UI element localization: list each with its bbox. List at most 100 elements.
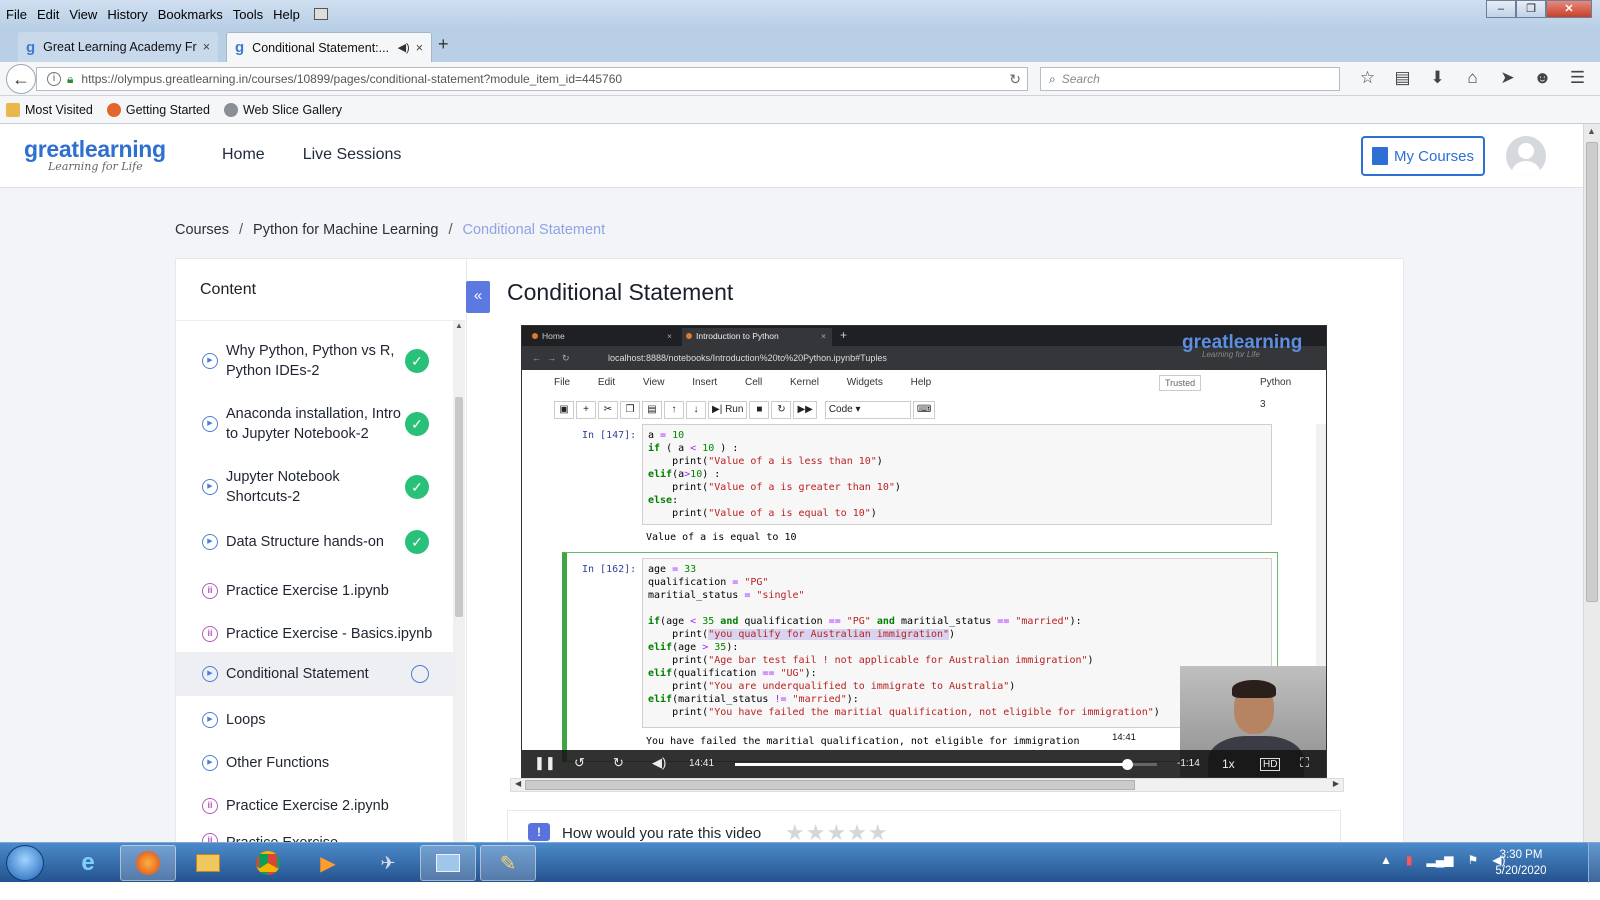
firefox-icon <box>106 102 121 117</box>
horizontal-scroll-thumb[interactable] <box>525 780 1135 790</box>
bookmark-star-icon[interactable]: ☆ <box>1350 68 1385 88</box>
fullscreen-icon[interactable]: ⛶ <box>1300 755 1309 771</box>
reading-list-icon[interactable]: ▤ <box>1385 68 1420 88</box>
sidebar-item-other-functions[interactable]: ▶ Other Functions <box>176 743 456 783</box>
firefox-taskbar-icon[interactable] <box>120 845 176 881</box>
chat-icon[interactable]: ☻ <box>1525 68 1560 88</box>
menu-edit[interactable]: Edit <box>37 7 59 22</box>
sidebar-item-jupyter-shortcuts[interactable]: ▶ Jupyter Notebook Shortcuts-2 ✓ <box>176 459 456 515</box>
menu-history[interactable]: History <box>107 7 147 22</box>
sidebar-scroll-thumb[interactable] <box>455 397 463 617</box>
sidebar-item-loops[interactable]: ▶ Loops <box>176 700 456 740</box>
scroll-left-icon[interactable]: ◀ <box>515 779 521 788</box>
play-icon: ▶ <box>202 479 218 495</box>
window-close-button[interactable]: ✕ <box>1546 0 1592 18</box>
info-icon[interactable]: i <box>47 72 61 86</box>
scroll-up-icon[interactable]: ▲ <box>455 321 463 330</box>
app-icon[interactable]: ✈ <box>360 845 416 881</box>
media-player-icon[interactable]: ▶ <box>300 845 356 881</box>
scroll-up-icon[interactable]: ▲ <box>1587 126 1596 136</box>
sidebar-item-conditional-statement[interactable]: ▶ Conditional Statement <box>176 652 456 696</box>
minimize-button[interactable]: – <box>1486 0 1516 18</box>
speaker-icon[interactable]: ◀) <box>398 41 410 54</box>
paint-icon[interactable]: ✎ <box>480 845 536 881</box>
video-url: localhost:8888/notebooks/Introduction%20… <box>608 353 887 363</box>
breadcrumb-courses[interactable]: Courses <box>175 222 229 238</box>
downloads-icon[interactable]: ⬇ <box>1420 68 1455 88</box>
seek-handle[interactable] <box>1122 759 1134 770</box>
bookmark-getting-started[interactable]: Getting Started <box>106 102 210 117</box>
page-scrollbar[interactable]: ▲ ▼ <box>1583 124 1600 861</box>
rewind-icon[interactable]: ↺ <box>574 755 585 771</box>
menu-help[interactable]: Help <box>273 7 300 22</box>
sidebar-item-practice-1[interactable]: ii Practice Exercise 1.ipynb <box>176 571 456 611</box>
breadcrumb-course[interactable]: Python for Machine Learning <box>253 222 438 238</box>
my-courses-button[interactable]: My Courses <box>1361 136 1485 176</box>
tray-expand-icon[interactable]: ▲ <box>1380 853 1392 867</box>
search-input[interactable]: ⌕ Search <box>1040 67 1340 91</box>
reload-icon[interactable]: ↻ <box>1009 71 1021 88</box>
sidebar-item-anaconda[interactable]: ▶ Anaconda installation, Intro to Jupyte… <box>176 396 456 452</box>
sidebar-item-practice-basics[interactable]: ii Practice Exercise - Basics.ipynb <box>176 614 456 654</box>
search-placeholder: Search <box>1061 72 1100 86</box>
jupyter-menu: File Edit View Insert Cell Kernel Widget… <box>554 372 1294 410</box>
taskbar-clock[interactable]: 3:30 PM 5/20/2020 <box>1486 847 1556 879</box>
tray-app-icon[interactable]: ▮ <box>1406 853 1413 867</box>
menu-file[interactable]: File <box>6 7 27 22</box>
sidebar-scrollbar[interactable]: ▲ <box>453 321 465 861</box>
nav-live-sessions[interactable]: Live Sessions <box>303 146 402 164</box>
hd-quality-icon[interactable]: HD <box>1260 758 1281 771</box>
tab-conditional-statement[interactable]: g Conditional Statement:... ◀) × <box>226 32 432 62</box>
chrome-icon[interactable] <box>240 845 296 881</box>
horizontal-scrollbar[interactable]: ◀ ▶ <box>510 778 1344 792</box>
internet-explorer-icon[interactable]: e <box>60 845 116 881</box>
url-bar[interactable]: i 🔒︎ https://olympus.greatlearning.in/co… <box>36 67 1028 91</box>
move-down-icon: ↓ <box>686 401 706 419</box>
play-icon: ▶ <box>202 534 218 550</box>
nav-home[interactable]: Home <box>222 146 265 164</box>
playback-speed-button[interactable]: 1x <box>1222 757 1235 771</box>
new-tab-button[interactable]: + <box>438 34 449 55</box>
scroll-right-icon[interactable]: ▶ <box>1333 779 1339 788</box>
check-icon: ✓ <box>405 349 429 373</box>
tab-great-learning-academy[interactable]: g Great Learning Academy Fr... × <box>18 32 218 62</box>
flag-icon[interactable]: ⚑ <box>1467 853 1478 867</box>
menu-view[interactable]: View <box>69 7 97 22</box>
greatlearning-logo[interactable]: greatlearning Learning for Life <box>24 136 166 173</box>
jupyter-toolbar: ▣ + ✂ ❐ ▤ ↑ ↓ ▶| Run ■ ↻ ▶▶ Code ▾ ⌨ <box>554 398 1294 422</box>
seek-bar[interactable] <box>735 759 1157 770</box>
sidebar-item-label: Why Python, Python vs R, Python IDEs-2 <box>226 343 395 379</box>
network-icon[interactable]: ▂▄▆ <box>1427 853 1454 867</box>
tab-close-icon[interactable]: × <box>203 40 210 54</box>
bookmark-web-slice-gallery[interactable]: Web Slice Gallery <box>223 102 342 117</box>
code-cell-2: age = 33 qualification = "PG" maritial_s… <box>642 558 1272 728</box>
video-player[interactable]: Home × Introduction to Python × + ←→↻ loca… <box>521 325 1327 778</box>
tab-title: Conditional Statement:... <box>252 40 390 55</box>
restore-button[interactable]: ❐ <box>1516 0 1546 18</box>
copy-icon: ❐ <box>620 401 640 419</box>
menu-tools[interactable]: Tools <box>233 7 263 22</box>
hamburger-menu-icon[interactable]: ☰ <box>1560 68 1595 88</box>
forward-icon[interactable]: ↻ <box>613 755 624 771</box>
sidebar-item-practice-2[interactable]: ii Practice Exercise 2.ipynb <box>176 786 456 826</box>
collapse-sidebar-button[interactable]: « <box>466 281 490 313</box>
home-icon[interactable]: ⌂ <box>1455 68 1490 88</box>
menu-bookmarks[interactable]: Bookmarks <box>158 7 223 22</box>
lock-icon[interactable]: 🔒︎ <box>67 72 73 87</box>
back-button[interactable]: ← <box>6 64 36 94</box>
sidebar-item-label: Practice Exercise 2.ipynb <box>226 798 389 814</box>
bookmark-most-visited[interactable]: Most Visited <box>6 102 93 117</box>
sidebar-item-data-structure[interactable]: ▶ Data Structure hands-on ✓ <box>176 522 456 562</box>
file-explorer-icon[interactable] <box>180 845 236 881</box>
show-desktop-button[interactable] <box>1588 843 1600 883</box>
pause-icon[interactable]: ❚❚ <box>534 755 556 771</box>
avatar[interactable] <box>1506 136 1546 176</box>
print-icon[interactable] <box>313 8 328 20</box>
volume-icon[interactable]: ◀) <box>652 755 666 771</box>
tab-close-icon[interactable]: × <box>416 41 423 55</box>
sidebar-item-why-python[interactable]: ▶ Why Python, Python vs R, Python IDEs-2… <box>176 333 456 389</box>
send-icon[interactable]: ➤ <box>1490 68 1525 88</box>
page-scroll-thumb[interactable] <box>1586 142 1598 602</box>
start-button[interactable] <box>6 845 44 881</box>
image-viewer-icon[interactable] <box>420 845 476 881</box>
